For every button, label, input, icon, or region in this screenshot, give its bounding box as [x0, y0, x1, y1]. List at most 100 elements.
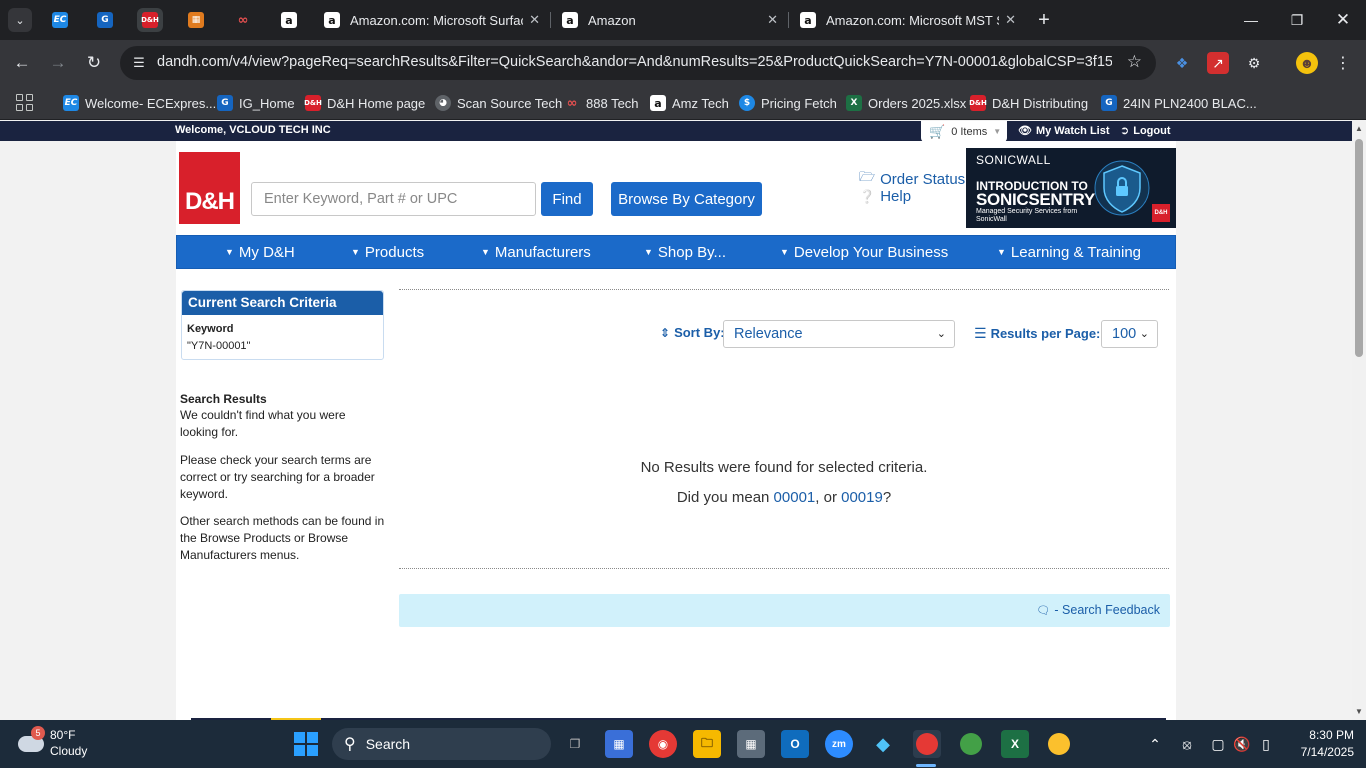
bookmarks-bar: EC Welcome- ECExpres... G IG_Home D&H D&H H… [0, 86, 1366, 120]
eye-icon: 👁 [1018, 125, 1032, 137]
pinned-tab-amazon[interactable]: a [276, 8, 302, 32]
taskbar-search[interactable]: ⚲ Search [332, 728, 551, 760]
forward-arrow-icon[interactable]: → [45, 50, 71, 76]
windows-start-icon[interactable] [294, 732, 318, 756]
minimize-icon[interactable]: — [1236, 6, 1266, 34]
results-per-page-text: Results per Page: [990, 326, 1101, 341]
outlook-icon[interactable]: O [781, 730, 809, 758]
extension-puzzle-blue-icon[interactable]: ❖ [1171, 52, 1193, 74]
main-navigation: ▼ My D&H ▼ Products ▼ Manufacturers ▼ Shop B… [176, 235, 1176, 269]
nav-develop-your-business[interactable]: ▼ Develop Your Business [780, 236, 948, 268]
bookmark-ecexpress[interactable]: EC Welcome- ECExpres... [63, 93, 216, 113]
tab-amazon-surface[interactable]: a Amazon.com: Microsoft Surface ✕ [314, 4, 550, 36]
nav-products[interactable]: ▼ Products [351, 236, 424, 268]
new-tab-plus-icon[interactable]: + [1032, 8, 1056, 32]
extensions-puzzle-icon[interactable]: ⚙ [1243, 52, 1265, 74]
speaker-muted-icon[interactable]: 🔇 [1232, 734, 1252, 754]
help-link[interactable]: ❔ Help [859, 188, 911, 205]
pinned-tab-888[interactable]: ∞ [230, 8, 256, 32]
extension-arrow-icon[interactable]: ↗ [1207, 52, 1229, 74]
account-topbar: Welcome, VCLOUD TECH INC 🛒 0 Items ▼ 👁 M… [0, 121, 1352, 142]
back-arrow-icon[interactable]: ← [9, 50, 35, 76]
tab-search-chevron-icon[interactable]: ⌄ [8, 8, 32, 32]
chrome-profile-3-icon[interactable] [1045, 730, 1073, 758]
url-text[interactable]: dandh.com/v4/view?pageReq=searchResults&… [157, 54, 1112, 70]
scroll-thumb[interactable] [1355, 139, 1363, 357]
sort-by-select[interactable]: Relevance ⌄ [723, 320, 955, 348]
system-clock[interactable]: 8:30 PM 7/14/2025 [1282, 727, 1354, 761]
pinned-tab-ecexpress[interactable]: EC [47, 8, 73, 32]
show-hidden-icons-chevron-icon[interactable]: ⌃ [1145, 734, 1165, 754]
results-per-page-select[interactable]: 100 ⌄ [1101, 320, 1158, 348]
dandh-logo[interactable]: D&H [179, 152, 240, 224]
sonicwall-ad-banner[interactable]: SONICWALL INTRODUCTION TO SONICSENTRY Ma… [966, 148, 1176, 228]
site-info-tune-icon[interactable]: ☰ [130, 54, 148, 72]
scroll-up-arrow-icon[interactable]: ▲ [1355, 125, 1363, 133]
nav-shop-by[interactable]: ▼ Shop By... [644, 236, 726, 268]
keyword-value: "Y7N-00001" [187, 340, 251, 352]
pinned-tab-dandh-active[interactable]: D&H [137, 8, 163, 32]
pinned-tab-scansource[interactable]: ▦ [183, 8, 209, 32]
page-scrollbar[interactable]: ▲ ▼ [1352, 121, 1366, 720]
microsoft-store-icon[interactable]: ▦ [605, 730, 633, 758]
apps-grid-icon[interactable] [16, 94, 34, 112]
chrome-profile-2-icon[interactable] [957, 730, 985, 758]
chrome-menu-icon[interactable]: ⋮ [1332, 52, 1354, 74]
nav-learning-training[interactable]: ▼ Learning & Training [997, 236, 1141, 268]
bookmark-dandh-home[interactable]: D&H D&H Home page [304, 93, 425, 113]
amazon-favicon-icon: a [800, 12, 816, 28]
watch-list-label: My Watch List [1035, 124, 1110, 137]
my-watch-list-link[interactable]: 👁 My Watch List [1018, 124, 1110, 138]
banner-product-name: SONICSENTRY [976, 190, 1095, 209]
display-icon[interactable]: ▢ [1208, 734, 1228, 754]
criteria-heading: Current Search Criteria [182, 291, 383, 315]
pinned-tab-ig[interactable]: G [92, 8, 118, 32]
calculator-icon[interactable]: ▦ [737, 730, 765, 758]
browse-by-category-button[interactable]: Browse By Category [611, 182, 762, 216]
find-button[interactable]: Find [541, 182, 593, 216]
suggestion-link-00019[interactable]: 00019 [841, 489, 883, 506]
order-status-link[interactable]: 🗁 Order Status [859, 168, 965, 190]
tab-close-icon[interactable]: ✕ [1005, 12, 1016, 28]
search-feedback-link[interactable]: 🗨 - Search Feedback [1036, 603, 1160, 617]
logout-link[interactable]: ➲ Logout [1120, 124, 1170, 138]
bookmark-label: Scan Source Tech [457, 95, 563, 111]
file-explorer-icon[interactable]: 🗀 [693, 730, 721, 758]
bookmark-scan-source[interactable]: ◕ Scan Source Tech [435, 93, 562, 113]
battery-icon[interactable]: ▯ [1256, 734, 1276, 754]
bookmark-dandh-distributing[interactable]: D&H D&H Distributing [969, 93, 1088, 113]
app-diamond-icon[interactable]: ◆ [869, 730, 897, 758]
weather-widget[interactable]: 5 80°F Cloudy [14, 726, 104, 762]
close-window-icon[interactable]: ✕ [1328, 6, 1358, 34]
bookmark-amz-tech[interactable]: a Amz Tech [650, 93, 729, 113]
search-input[interactable] [251, 182, 536, 216]
suggestion-link-00001[interactable]: 00001 [774, 489, 816, 506]
tab-amazon-mst[interactable]: a Amazon.com: Microsoft MST Su ✕ [790, 4, 1026, 36]
bookmark-pricing-fetch[interactable]: $ Pricing Fetch [739, 93, 837, 113]
network-off-icon[interactable]: ⦻ [1177, 734, 1197, 754]
chrome-icon[interactable]: ◉ [649, 730, 677, 758]
bookmark-888-tech[interactable]: ∞ 888 Tech [564, 93, 639, 113]
tab-amazon[interactable]: a Amazon ✕ [552, 4, 788, 36]
bookmark-orders-xlsx[interactable]: X Orders 2025.xlsx [846, 93, 966, 113]
chrome-profile-1-icon[interactable] [913, 730, 941, 758]
cart-dropdown[interactable]: 🛒 0 Items ▼ [921, 121, 1007, 142]
nav-manufacturers[interactable]: ▼ Manufacturers [481, 236, 591, 268]
scroll-down-arrow-icon[interactable]: ▼ [1355, 708, 1363, 716]
chrome-profile-2-badge [960, 733, 982, 755]
profile-avatar-icon[interactable]: ☻ [1296, 52, 1318, 74]
scansource-favicon-icon: ▦ [188, 12, 204, 28]
excel-icon[interactable]: X [1001, 730, 1029, 758]
tab-close-icon[interactable]: ✕ [529, 12, 540, 28]
nav-my-dandh[interactable]: ▼ My D&H [225, 236, 295, 268]
zoom-icon[interactable]: zm [825, 730, 853, 758]
reload-icon[interactable]: ↻ [81, 50, 107, 76]
bookmark-ig-home[interactable]: G IG_Home [217, 93, 295, 113]
caret-down-icon: ▼ [481, 247, 490, 257]
bookmark-star-icon[interactable]: ☆ [1127, 52, 1142, 72]
address-bar[interactable]: ☰ dandh.com/v4/view?pageReq=searchResult… [120, 46, 1156, 80]
restore-icon[interactable]: ❐ [1282, 6, 1312, 34]
tab-close-icon[interactable]: ✕ [767, 12, 778, 28]
bookmark-24in-pln2400[interactable]: G 24IN PLN2400 BLAC... [1101, 93, 1257, 113]
task-view-icon[interactable]: ❐ [561, 730, 589, 758]
